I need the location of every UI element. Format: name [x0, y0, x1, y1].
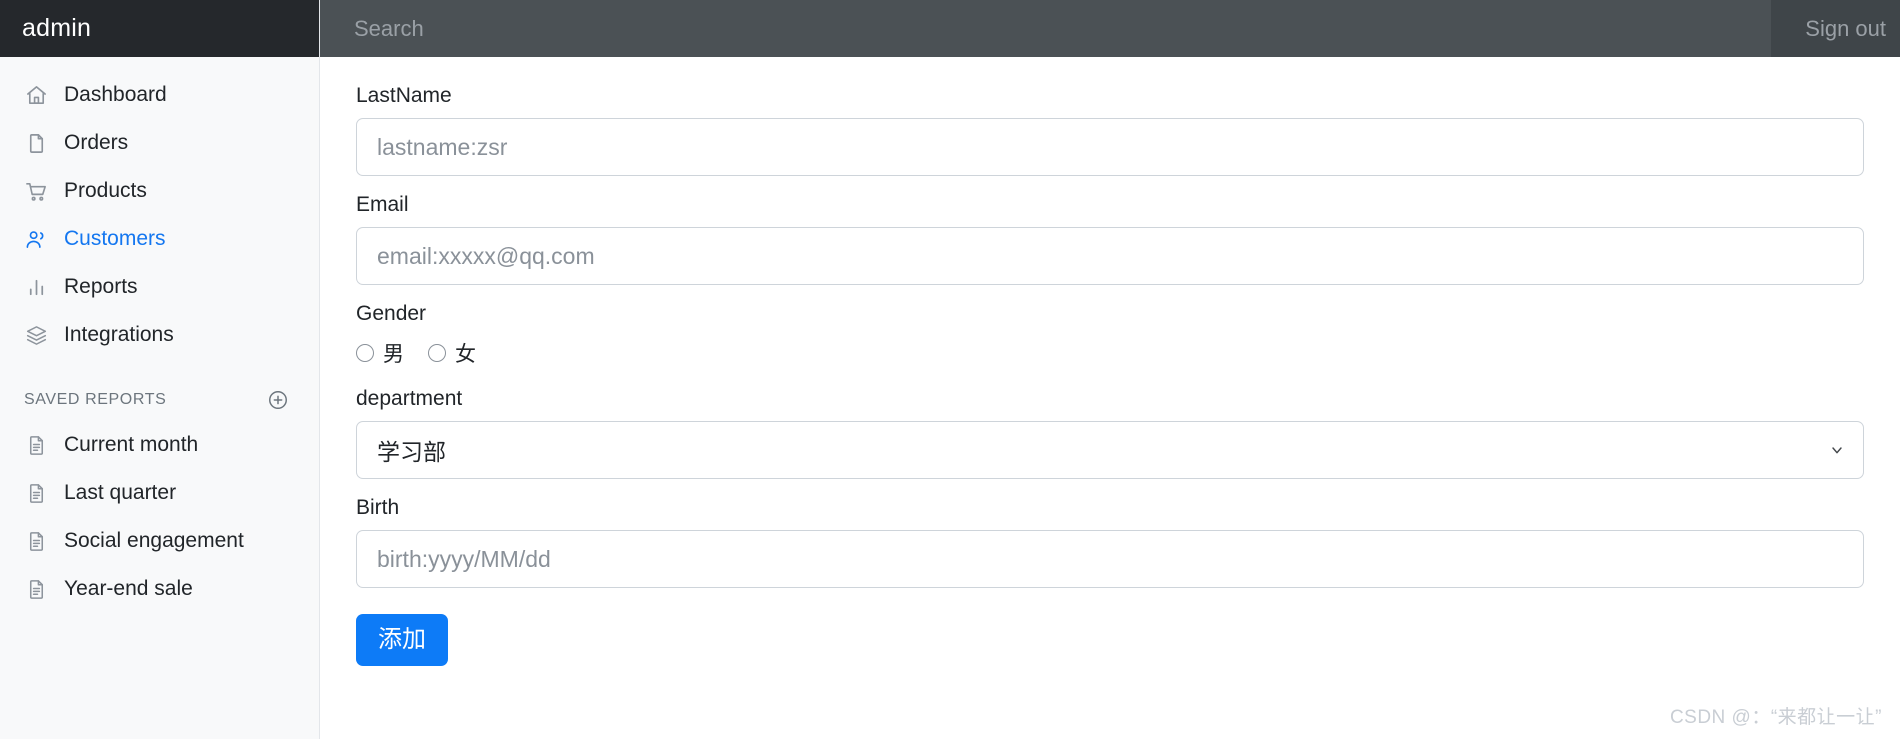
watermark: CSDN @：“来都让一让” — [1669, 707, 1882, 728]
saved-report-label: Current month — [64, 433, 199, 456]
department-select[interactable]: 学习部 — [356, 421, 1864, 479]
field-department: department 学习部 — [356, 386, 1864, 479]
document-icon — [24, 433, 48, 457]
gender-label: Gender — [356, 302, 427, 325]
brand-title: admin — [0, 0, 319, 57]
lastname-label: LastName — [356, 84, 452, 107]
lastname-input[interactable] — [356, 118, 1864, 176]
radio-circle-icon — [428, 344, 446, 362]
gender-option-label: 男 — [383, 343, 404, 366]
sidebar-item-label: Reports — [64, 275, 138, 298]
sidebar-item-label: Products — [64, 179, 147, 202]
saved-report-label: Year-end sale — [64, 577, 193, 600]
saved-reports-header: SAVED REPORTS — [0, 373, 319, 421]
gender-radio-male[interactable]: 男 — [356, 338, 404, 368]
top-bar: Sign out — [320, 0, 1900, 57]
saved-report-label: Last quarter — [64, 481, 177, 504]
document-icon — [24, 577, 48, 601]
sign-out-link[interactable]: Sign out — [1805, 16, 1886, 42]
saved-report-current-month[interactable]: Current month — [0, 421, 319, 469]
saved-reports-nav: Current month Last quarter Social engage… — [0, 421, 319, 613]
file-icon — [24, 131, 48, 155]
users-icon — [24, 227, 48, 251]
app-root: admin Dashboard Orders Products Customer… — [0, 0, 1900, 739]
customer-form: LastName Email Gender 男 女 — [320, 57, 1900, 739]
sidebar-item-label: Dashboard — [64, 83, 167, 106]
bar-chart-icon — [24, 275, 48, 299]
birth-label: Birth — [356, 496, 400, 519]
field-birth: Birth — [356, 495, 1864, 588]
sidebar-item-orders[interactable]: Orders — [0, 119, 319, 167]
sidebar-item-products[interactable]: Products — [0, 167, 319, 215]
field-gender: Gender 男 女 — [356, 301, 1864, 370]
shopping-cart-icon — [24, 179, 48, 203]
document-icon — [24, 481, 48, 505]
department-label: department — [356, 387, 463, 410]
sidebar-item-dashboard[interactable]: Dashboard — [0, 71, 319, 119]
gender-radio-group: 男 女 — [356, 336, 1864, 370]
signout-container: Sign out — [1771, 0, 1900, 57]
main-area: Sign out LastName Email Gender 男 — [320, 0, 1900, 739]
field-lastname: LastName — [356, 83, 1864, 176]
plus-circle-icon[interactable] — [267, 389, 289, 411]
birth-input[interactable] — [356, 530, 1864, 588]
email-input[interactable] — [356, 227, 1864, 285]
sidebar-item-label: Orders — [64, 131, 129, 154]
sidebar-item-reports[interactable]: Reports — [0, 263, 319, 311]
sidebar-item-customers[interactable]: Customers — [0, 215, 319, 263]
document-icon — [24, 529, 48, 553]
saved-report-year-end-sale[interactable]: Year-end sale — [0, 565, 319, 613]
radio-circle-icon — [356, 344, 374, 362]
sidebar-item-label: Integrations — [64, 323, 174, 346]
sidebar: admin Dashboard Orders Products Customer… — [0, 0, 320, 739]
search-input[interactable] — [320, 0, 1772, 57]
home-icon — [24, 83, 48, 107]
saved-report-last-quarter[interactable]: Last quarter — [0, 469, 319, 517]
gender-radio-female[interactable]: 女 — [428, 338, 476, 368]
sidebar-item-label: Customers — [64, 227, 166, 250]
saved-reports-title: SAVED REPORTS — [24, 391, 167, 408]
sidebar-item-integrations[interactable]: Integrations — [0, 311, 319, 359]
saved-report-social-engagement[interactable]: Social engagement — [0, 517, 319, 565]
layers-icon — [24, 323, 48, 347]
gender-option-label: 女 — [455, 343, 476, 366]
saved-report-label: Social engagement — [64, 529, 244, 552]
email-label: Email — [356, 193, 409, 216]
field-email: Email — [356, 192, 1864, 285]
department-select-wrapper: 学习部 — [356, 421, 1864, 479]
primary-nav: Dashboard Orders Products Customers Repo… — [0, 57, 319, 359]
add-button[interactable]: 添加 — [356, 614, 448, 666]
